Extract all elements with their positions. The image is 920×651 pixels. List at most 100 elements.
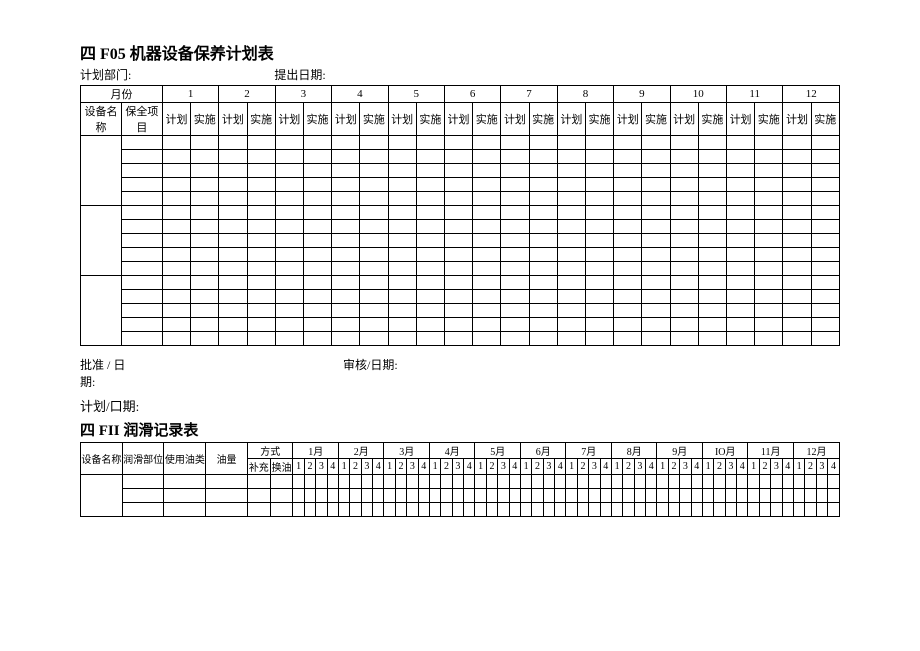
plan-cell: [332, 192, 360, 206]
t2-cell: [748, 489, 759, 503]
plan-cell: [444, 178, 472, 192]
t2-subnum: 2: [395, 459, 406, 475]
t2-cell: [316, 503, 327, 517]
plan-cell: [275, 136, 303, 150]
t2-cell: [509, 489, 520, 503]
plan-header: 计划: [388, 103, 416, 136]
plan-cell: [162, 290, 190, 304]
plan-cell: [162, 248, 190, 262]
plan-cell: [388, 136, 416, 150]
t2-cell: [577, 503, 588, 517]
plan-cell: [247, 262, 275, 276]
plan-cell: [247, 220, 275, 234]
plan-cell: [219, 332, 247, 346]
plan-cell: [755, 164, 783, 178]
t2-subnum: 1: [611, 459, 622, 475]
t2-subnum: 1: [475, 459, 486, 475]
t2-cell: [384, 503, 395, 517]
plan-cell: [332, 332, 360, 346]
t2-cell: [657, 475, 668, 489]
plan-cell: [247, 164, 275, 178]
t2-subnum: 4: [828, 459, 840, 475]
plan-cell: [557, 220, 585, 234]
plan-cell: [162, 318, 190, 332]
plan-cell: [275, 206, 303, 220]
t2-cell: [793, 489, 804, 503]
plan-cell: [191, 276, 219, 290]
plan-cell: [191, 220, 219, 234]
plan-cell: [726, 234, 754, 248]
plan-cell: [501, 136, 529, 150]
plan-cell: [388, 178, 416, 192]
plan-cell: [162, 164, 190, 178]
plan-cell: [275, 276, 303, 290]
t2-subnum: 1: [520, 459, 531, 475]
t2-cell: [247, 503, 270, 517]
t2-cell: [532, 503, 543, 517]
t2-subnum: 1: [566, 459, 577, 475]
t2-subnum: 3: [452, 459, 463, 475]
plan-cell: [219, 262, 247, 276]
t2-cell: [418, 489, 429, 503]
t2-cell: [702, 503, 713, 517]
plan-cell: [811, 304, 839, 318]
plan-cell: [557, 248, 585, 262]
month-col: 4: [332, 86, 388, 103]
t2-cell: [486, 503, 497, 517]
t2-info-cell: [206, 489, 248, 503]
plan-cell: [726, 290, 754, 304]
plan-cell: [529, 290, 557, 304]
plan-cell: [303, 206, 331, 220]
plan-cell: [444, 318, 472, 332]
t2-cell: [452, 503, 463, 517]
plan-cell: [191, 136, 219, 150]
t2-cell: [327, 475, 338, 489]
t2-month: 3月: [384, 443, 430, 459]
plan-cell: [726, 178, 754, 192]
plan-cell: [585, 192, 613, 206]
plan-cell: [360, 178, 388, 192]
t2-cell: [373, 503, 384, 517]
plan-cell: [332, 234, 360, 248]
plan-cell: [783, 290, 811, 304]
month-col: 5: [388, 86, 444, 103]
plan-header: 计划: [219, 103, 247, 136]
t2-cell: [464, 475, 475, 489]
t2-subnum: 1: [657, 459, 668, 475]
maint-item-cell: [121, 150, 162, 164]
plan-cell: [473, 164, 501, 178]
plan-cell: [360, 136, 388, 150]
t2-subnum: 1: [429, 459, 440, 475]
plan-cell: [332, 290, 360, 304]
t2-cell: [771, 503, 782, 517]
t2-cell: [668, 489, 679, 503]
plan-cell: [783, 234, 811, 248]
plan-header: 计划: [332, 103, 360, 136]
plan-cell: [247, 290, 275, 304]
plan-cell: [726, 304, 754, 318]
t2-cell: [384, 489, 395, 503]
plan-cell: [670, 332, 698, 346]
plan-cell: [557, 234, 585, 248]
t2-subnum: 4: [464, 459, 475, 475]
t2-month: 1月: [293, 443, 339, 459]
t2-method: 方式: [247, 443, 293, 459]
plan-cell: [473, 206, 501, 220]
t2-cell: [714, 489, 725, 503]
plan-cell: [755, 276, 783, 290]
plan-cell: [585, 136, 613, 150]
t2-subnum: 2: [486, 459, 497, 475]
plan-cell: [275, 178, 303, 192]
plan-cell: [191, 234, 219, 248]
t2-cell: [782, 503, 793, 517]
plan-cell: [191, 290, 219, 304]
plan-cell: [275, 220, 303, 234]
t2-cell: [759, 503, 770, 517]
plan-header: 计划: [614, 103, 642, 136]
plan-cell: [332, 248, 360, 262]
t2-cell: [520, 489, 531, 503]
plan-date-label: 计划/口期:: [80, 396, 840, 415]
plan-cell: [585, 178, 613, 192]
plan-cell: [303, 318, 331, 332]
plan-cell: [219, 192, 247, 206]
